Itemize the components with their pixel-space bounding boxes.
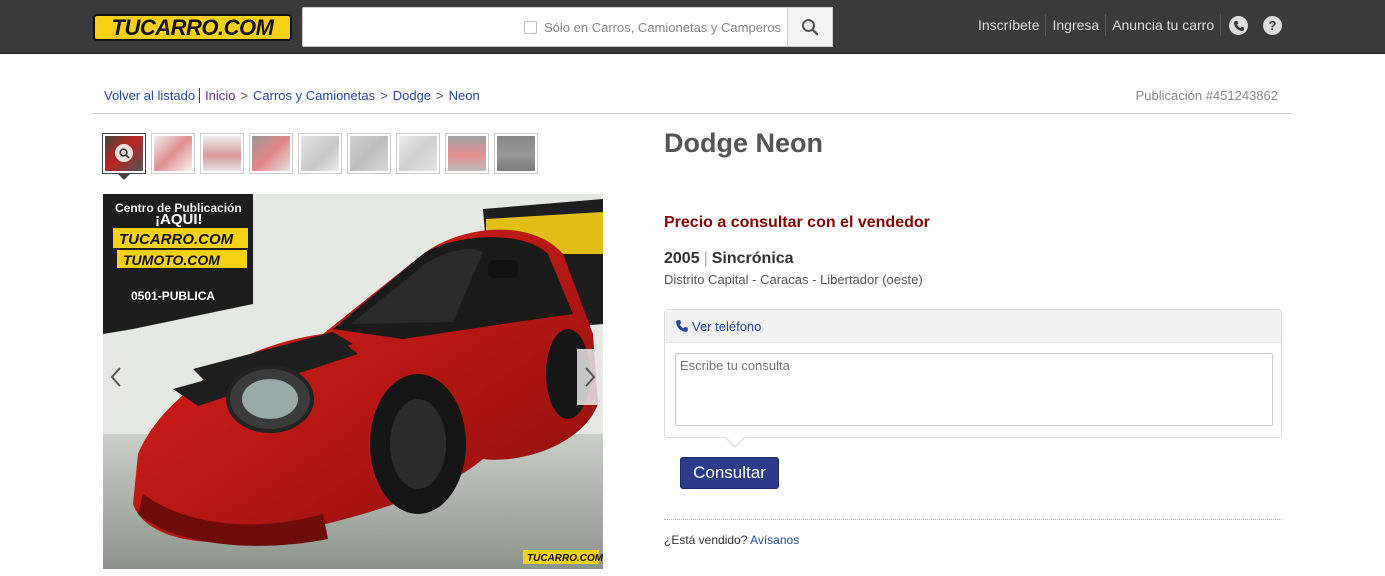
svg-text:¡AQUI!: ¡AQUI! [155,211,203,228]
nav-icons: ? [1229,16,1297,35]
contact-form: Ver teléfono [664,309,1282,438]
nav-signup[interactable]: Inscríbete [972,14,1047,36]
search-button[interactable] [787,7,833,47]
listing-location: Distrito Capital - Caracas - Libertador … [664,272,923,287]
divider [92,113,1292,114]
phone-icon [676,320,688,332]
thumbnail[interactable] [396,133,440,174]
thumbnail[interactable] [445,133,489,174]
nav-login[interactable]: Ingresa [1046,14,1107,36]
search-box: Sólo en Carros, Camionetas y Camperos [302,7,833,47]
svg-text:0501-PUBLICA: 0501-PUBLICA [131,289,215,303]
contact-header: Ver teléfono [665,310,1281,343]
breadcrumb-separator: > [240,88,249,103]
publication-number: Publicación #451243862 [1135,88,1278,103]
thumbnail[interactable] [347,133,391,174]
zoom-icon [115,144,133,162]
breadcrumb-category[interactable]: Carros y Camionetas [253,88,375,103]
thumbnail[interactable] [151,133,195,174]
top-bar: TUCARRO.COM Sólo en Carros, Camionetas y… [0,0,1385,54]
thumbnail-strip [102,133,543,180]
notify-sold-link[interactable]: Avísanos [750,533,799,547]
back-to-list-link[interactable]: Volver al listado [104,88,201,103]
thumbnail[interactable] [494,133,538,174]
top-nav: Inscríbete Ingresa Anuncia tu carro [972,14,1222,36]
sold-notice: ¿Está vendido? Avísanos [664,533,799,547]
listing-price: Precio a consultar con el vendedor [664,214,930,231]
search-icon [802,19,819,36]
breadcrumb-separator: > [436,88,444,103]
search-input[interactable] [309,14,519,42]
show-phone-link[interactable]: Ver teléfono [692,319,761,334]
form-pointer [724,436,746,448]
filter-label: Sólo en Carros, Camionetas y Camperos [544,20,781,35]
car-photo: Centro de Publicación ¡AQUI! TUCARRO.COM… [103,194,603,569]
prev-photo-button[interactable] [103,349,129,405]
thumbnail[interactable] [298,133,342,174]
svg-text:TUMOTO.COM: TUMOTO.COM [123,252,220,268]
help-icon[interactable]: ? [1263,16,1282,35]
divider [664,519,1282,520]
breadcrumb-home[interactable]: Inicio [205,88,235,103]
breadcrumb-separator: > [380,88,388,103]
breadcrumb: Volver al listado Inicio > Carros y Cami… [104,88,480,103]
svg-text:TUCARRO.COM: TUCARRO.COM [527,553,603,564]
logo-text: TUCARRO.COM [111,14,274,40]
filter-checkbox[interactable] [524,21,537,34]
listing-year: 2005 [664,250,700,267]
consult-button[interactable]: Consultar [680,457,779,489]
phone-icon[interactable] [1229,16,1248,35]
sold-question: ¿Está vendido? [664,533,748,547]
next-photo-button[interactable] [577,349,603,405]
thumbnail[interactable] [102,133,146,180]
breadcrumb-model[interactable]: Neon [449,88,480,103]
thumbnail[interactable] [200,133,244,174]
thumbnail[interactable] [249,133,293,174]
main-photo[interactable]: Centro de Publicación ¡AQUI! TUCARRO.COM… [103,194,603,569]
chevron-left-icon [110,367,121,387]
listing-specs: 2005 | Sincrónica [664,250,794,267]
inquiry-textarea[interactable] [675,353,1273,426]
chevron-right-icon [585,367,596,387]
breadcrumb-make[interactable]: Dodge [393,88,431,103]
listing-title: Dodge Neon [664,128,823,158]
svg-text:TUCARRO.COM: TUCARRO.COM [119,231,234,248]
nav-post-car[interactable]: Anuncia tu carro [1106,14,1222,36]
search-filter[interactable]: Sólo en Carros, Camionetas y Camperos [524,20,781,35]
listing-transmission: Sincrónica [711,250,794,267]
logo[interactable]: TUCARRO.COM [93,14,292,41]
